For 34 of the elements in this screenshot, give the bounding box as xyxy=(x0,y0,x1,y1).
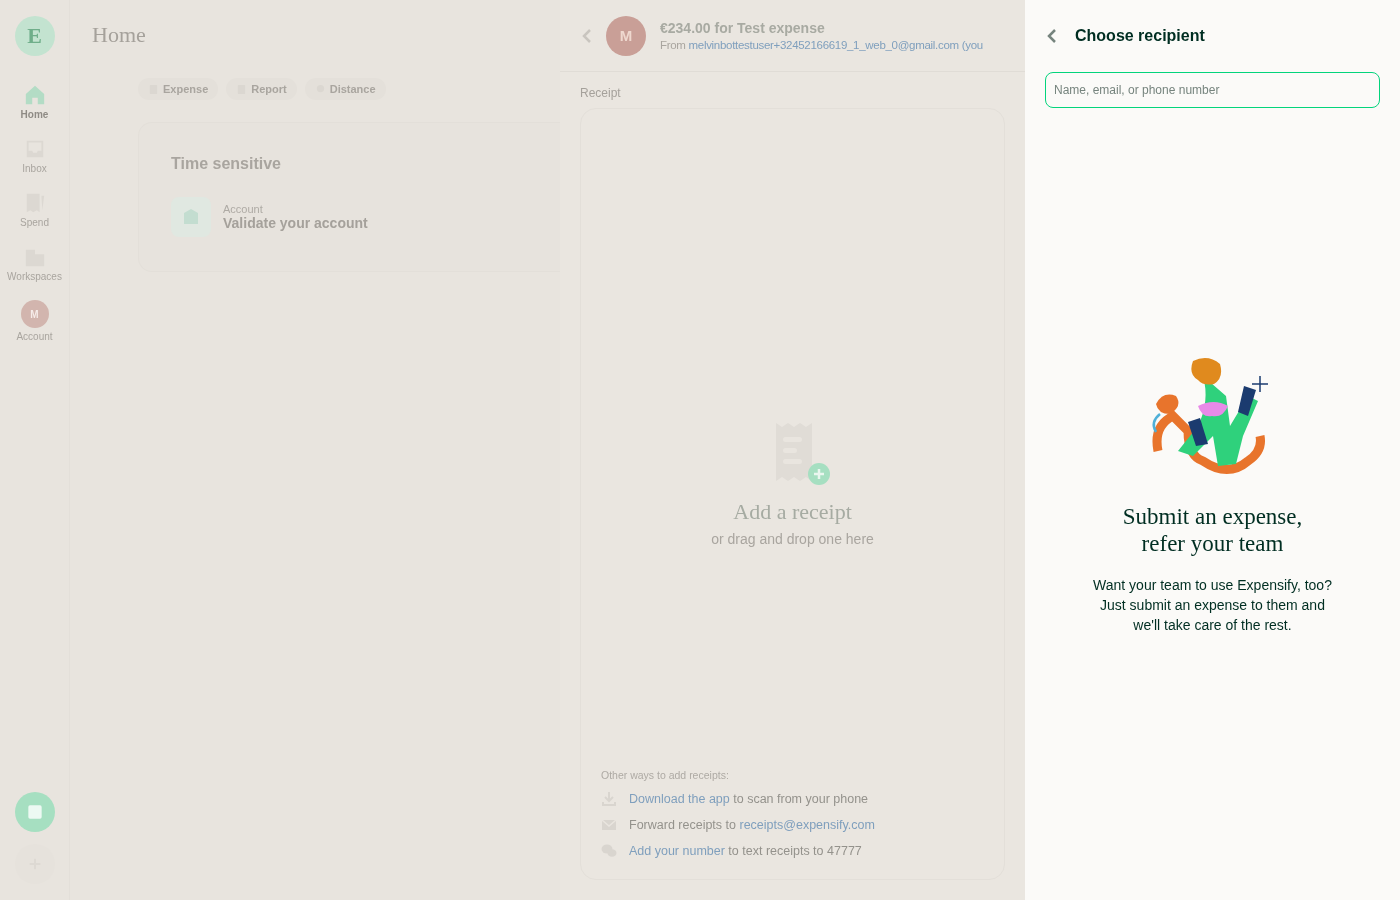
link[interactable]: Download the app xyxy=(629,792,730,806)
nav-item[interactable]: Spend xyxy=(0,192,70,228)
action-chip[interactable]: Distance xyxy=(304,78,386,100)
nav-item[interactable]: Inbox xyxy=(0,138,70,174)
back-icon[interactable] xyxy=(1047,28,1057,44)
nav-item[interactable]: Home xyxy=(0,84,70,120)
receipt-option-text: Download the app to scan from your phone xyxy=(629,792,869,806)
dropzone-title: Add a receipt xyxy=(733,499,852,525)
action-chip[interactable]: Expense xyxy=(138,78,219,100)
empty-state-text: Want your team to use Expensify, too? Just submit an expense to them and we'll take care of the rest. xyxy=(1092,576,1333,635)
logo-icon[interactable]: E xyxy=(14,16,55,56)
other-ways-heading: Other ways to add receipts: xyxy=(601,769,730,781)
field-label: Receipt xyxy=(580,86,622,100)
panel-title: Choose recipient xyxy=(1075,27,1205,45)
receipt-dropzone[interactable]: Add a receipt or drag and drop one here Other ways to add receipts: Download the app to scan from your phone Forward receipts to receipts@expensify.com Add your number to text receipts to 47777 xyxy=(580,108,1005,880)
nav-item[interactable]: Workspaces xyxy=(0,246,70,282)
expense-title: €234.00 for Test expense xyxy=(660,20,826,36)
nav-item[interactable]: M Account xyxy=(0,300,70,342)
action-chip[interactable]: Report xyxy=(226,78,297,100)
task-category: Account xyxy=(223,203,264,215)
search-field[interactable]: Name, email, or phone number xyxy=(1045,72,1380,108)
home-icon xyxy=(23,84,46,106)
sender-line: From melvinbottestuser+32452166619_1_web_0@gmail.com (you xyxy=(660,39,983,51)
empty-state-title: Submit an expense, refer your team xyxy=(1121,503,1304,557)
page-title: Home xyxy=(92,22,147,48)
link[interactable]: receipts@expensify.com xyxy=(739,818,875,832)
task-title[interactable]: Validate your account xyxy=(223,215,368,231)
section-title: Time sensitive xyxy=(171,155,282,173)
receipt-option-text: Forward receipts to receipts@expensify.com xyxy=(629,818,875,832)
link[interactable]: Add your number xyxy=(629,844,725,858)
receipt-option-text: Add your number to text receipts to 47777 xyxy=(629,844,862,858)
avatar: M xyxy=(606,15,646,56)
create-button[interactable] xyxy=(14,792,55,832)
dropzone-hint: or drag and drop one here xyxy=(711,531,874,547)
